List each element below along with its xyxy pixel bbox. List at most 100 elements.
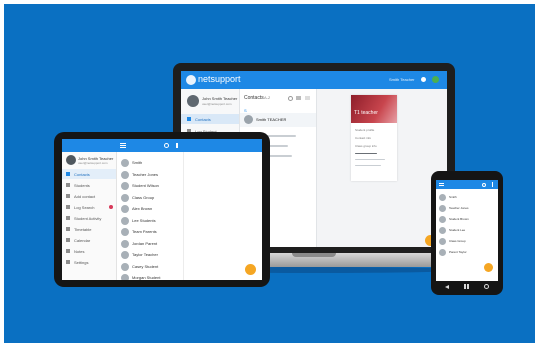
menu-item-icon [66, 260, 70, 264]
drawer-item[interactable]: Add contact [62, 191, 116, 201]
detail-header-image: T1 teacher [351, 95, 397, 123]
contact-avatar [439, 216, 446, 223]
contact-avatar [121, 228, 129, 236]
search-icon[interactable] [164, 143, 169, 148]
contact-avatar [121, 170, 129, 179]
list-item[interactable]: Smith [117, 158, 183, 169]
contact-name: Teacher Jones [132, 171, 159, 177]
list-item[interactable]: Student Brown [436, 215, 498, 225]
menu-item-icon [66, 172, 70, 176]
list-item[interactable]: Teacher Jones [117, 170, 183, 181]
search-icon[interactable] [288, 96, 293, 101]
contact-avatar [121, 193, 129, 202]
list-item[interactable]: Teacher Jones [436, 204, 498, 214]
tablet-screen: John Smith Teacher user@netsupport.com C… [62, 139, 262, 280]
list-item[interactable]: Smith [436, 193, 498, 203]
sidebar-item-label: Contacts [195, 117, 211, 122]
list-item[interactable]: Alex Brown [117, 204, 183, 215]
detail-line [355, 153, 377, 154]
contact-name: Casey Student [132, 263, 159, 269]
menu-item-icon [66, 183, 70, 187]
list-item[interactable]: Morgan Student [117, 273, 183, 280]
drawer-item[interactable]: Students [62, 180, 116, 190]
search-icon[interactable] [482, 183, 486, 187]
detail-line-3: Class group info [355, 144, 377, 148]
menu-item-icon [66, 227, 70, 231]
contact-avatar [439, 227, 446, 234]
avatar [187, 95, 199, 107]
detail-card: T1 teacher Student profile Contact info … [351, 95, 397, 181]
contact-avatar [244, 115, 253, 124]
laptop-app-bar: netsupport Smith Teacher [181, 71, 447, 89]
contact-avatar [121, 159, 129, 167]
sidebar-item-contacts[interactable]: Contacts [181, 114, 239, 124]
list-item-selected[interactable]: Smith TEACHER [240, 113, 316, 127]
menu-item-icon [66, 194, 70, 198]
drawer-item-label: Notes [74, 249, 85, 254]
drawer-item[interactable]: Timetable [62, 224, 116, 234]
contact-avatar [121, 182, 129, 190]
menu-icon[interactable] [120, 143, 126, 148]
drawer-item[interactable]: Notes [62, 246, 116, 256]
drawer-item-label: Calendar [74, 238, 91, 243]
drawer-item-label: Students [74, 183, 90, 188]
contact-avatar [121, 216, 129, 225]
tablet-app-bar [62, 139, 262, 152]
more-icon[interactable] [305, 96, 310, 100]
tablet-drawer: John Smith Teacher user@netsupport.com C… [62, 152, 117, 280]
laptop-detail-pane: T1 teacher Student profile Contact info … [317, 89, 447, 247]
contact-avatar [439, 238, 446, 245]
detail-line-1: Student profile [355, 128, 375, 132]
drawer-item[interactable]: Log Search [62, 202, 116, 212]
tablet-detail-pane [184, 152, 262, 280]
list-item[interactable]: Student Lee [436, 226, 498, 236]
drawer-item[interactable]: Settings [62, 257, 116, 267]
brand-name: netsupport [198, 74, 241, 84]
fab-button[interactable] [484, 263, 493, 272]
detail-badge: T1 teacher [354, 110, 378, 116]
list-item[interactable]: Class Group [436, 237, 498, 247]
fab-button[interactable] [245, 264, 256, 275]
list-item[interactable]: Taylor Teacher [117, 250, 183, 261]
contact-name: Morgan Student [132, 275, 161, 280]
contact-name: Student Lee [449, 228, 466, 232]
phone-nav-bar [436, 283, 498, 291]
list-item[interactable]: Team Parents [117, 227, 183, 238]
menu-icon[interactable] [439, 183, 444, 187]
drawer-item-label: Student Activity [74, 216, 102, 221]
sidebar-user-name: John Smith Teacher [202, 96, 238, 101]
sidebar-user-email: user@netsupport.com [202, 102, 232, 106]
drawer-item[interactable]: Student Activity [62, 213, 116, 223]
contact-name: Teacher Jones [449, 206, 469, 210]
contact-name: Team Parents [132, 229, 157, 234]
tablet-contact-list: Smith Teacher Jones Student Wilson Class Gr… [117, 152, 184, 280]
more-icon[interactable] [492, 182, 493, 187]
list-sort[interactable]: A-Z [264, 95, 270, 100]
back-icon[interactable] [445, 285, 449, 289]
contact-name: Smith TEACHER [256, 117, 287, 122]
list-item[interactable]: Lee Students [117, 216, 183, 227]
header-user[interactable]: Smith Teacher [389, 77, 419, 82]
drawer-user-email: user@netsupport.com [78, 161, 108, 165]
list-item[interactable]: Class Group [117, 193, 183, 204]
contact-avatar [439, 205, 446, 212]
drawer-item[interactable]: Contacts [62, 169, 116, 179]
contact-avatar [439, 194, 446, 201]
contact-name: Alex Brown [132, 206, 153, 211]
search-icon[interactable] [484, 284, 489, 289]
contact-name: Student Brown [449, 217, 469, 221]
drawer-item[interactable]: Calendar [62, 235, 116, 245]
list-item[interactable]: Jordan Parent [117, 239, 183, 250]
drawer-item-label: Settings [74, 260, 89, 265]
notification-icon[interactable] [421, 77, 426, 82]
list-item[interactable]: Student Wilson [117, 181, 183, 192]
list-item[interactable]: Casey Student [117, 262, 183, 273]
detail-line [355, 165, 381, 166]
filter-icon[interactable] [296, 96, 301, 100]
phone-call-icon[interactable] [432, 76, 439, 83]
contact-name: Smith [132, 160, 143, 165]
list-item[interactable]: Parent Taylor [436, 248, 498, 258]
more-icon[interactable] [176, 143, 178, 148]
windows-icon[interactable] [464, 284, 469, 289]
contact-name: Lee Students [132, 217, 156, 223]
